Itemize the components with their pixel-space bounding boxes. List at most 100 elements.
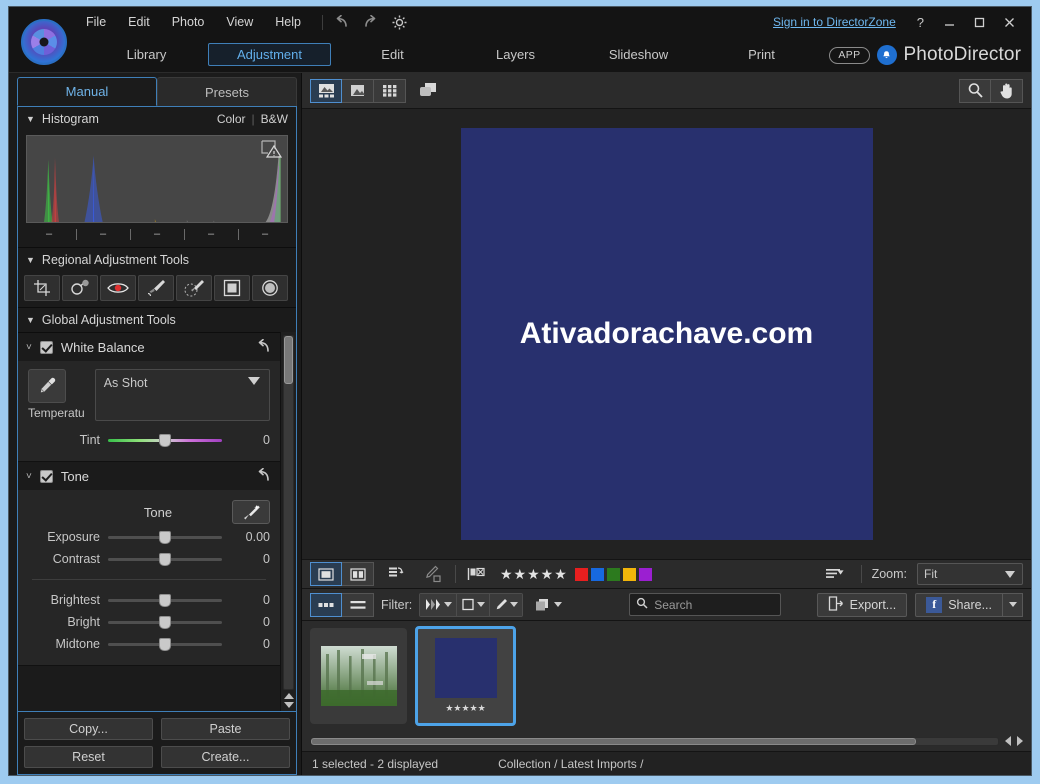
bright-slider-thumb[interactable] <box>159 615 171 629</box>
exposure-slider-thumb[interactable] <box>159 530 171 544</box>
photo-preview[interactable]: Ativadorachave.com <box>460 128 873 540</box>
histogram-plot[interactable] <box>26 135 288 223</box>
midtone-slider[interactable] <box>108 637 222 651</box>
contrast-slider-thumb[interactable] <box>159 552 171 566</box>
search-input[interactable] <box>654 597 810 612</box>
tone-header[interactable]: ˅ Tone <box>18 462 280 490</box>
red-eye-removal-tool-icon[interactable] <box>100 275 136 301</box>
scrollbar-track[interactable] <box>283 335 294 690</box>
photo-canvas[interactable]: Ativadorachave.com <box>302 109 1031 559</box>
tab-manual[interactable]: Manual <box>17 77 157 106</box>
share-dropdown-button[interactable] <box>1003 592 1023 617</box>
hand-pan-icon[interactable] <box>991 78 1023 103</box>
notification-bell-icon[interactable] <box>876 45 897 65</box>
grid-view-button[interactable] <box>374 78 406 103</box>
color-swatch-blue[interactable] <box>590 567 604 581</box>
thumbnail-ativadorachave[interactable]: ★★★★★ <box>415 626 516 726</box>
create-button[interactable]: Create... <box>161 746 290 768</box>
remove-object-tool-icon[interactable] <box>62 275 98 301</box>
edit-filter-icon[interactable] <box>490 593 523 616</box>
zoom-select[interactable]: Fit <box>917 563 1023 585</box>
module-tab-layers[interactable]: Layers <box>454 43 577 66</box>
tint-slider[interactable] <box>108 433 222 447</box>
tab-presets[interactable]: Presets <box>157 77 297 106</box>
sort-options-icon[interactable] <box>821 562 851 586</box>
sign-in-link[interactable]: Sign in to DirectorZone <box>773 15 896 29</box>
smart-brush-tool-icon[interactable] <box>176 275 212 301</box>
menu-item-file[interactable]: File <box>75 11 117 33</box>
close-button[interactable] <box>995 11 1023 33</box>
reset-arrow-icon[interactable] <box>255 467 272 485</box>
module-tab-slideshow[interactable]: Slideshow <box>577 43 700 66</box>
help-icon[interactable]: ? <box>908 13 933 32</box>
gear-icon[interactable] <box>391 14 408 31</box>
scroll-down-icon[interactable] <box>283 702 294 708</box>
compare-photos-icon[interactable] <box>414 79 444 103</box>
menu-item-view[interactable]: View <box>215 11 264 33</box>
tone-checkbox[interactable] <box>39 469 53 483</box>
filmstrip-view-button[interactable] <box>310 78 342 103</box>
global-tools-header[interactable]: ▼ Global Adjustment Tools <box>18 308 296 332</box>
split-pane-icon[interactable] <box>342 562 374 586</box>
color-swatch-yellow[interactable] <box>622 567 636 581</box>
flag-filter-icon[interactable] <box>420 593 458 616</box>
single-pane-icon[interactable] <box>310 562 342 586</box>
histogram-header[interactable]: ▼ Histogram Color | B&W <box>18 107 296 131</box>
flag-reject-icon[interactable] <box>463 562 493 586</box>
stack-icon[interactable] <box>530 594 566 616</box>
magic-wand-icon[interactable] <box>232 500 270 524</box>
rotate-icon[interactable] <box>381 562 411 586</box>
white-balance-header[interactable]: ˅ White Balance <box>18 333 280 361</box>
brightest-slider-thumb[interactable] <box>159 593 171 607</box>
color-swatch-purple[interactable] <box>638 567 652 581</box>
scroll-left-icon[interactable] <box>1005 736 1011 746</box>
midtone-slider-thumb[interactable] <box>159 637 171 651</box>
module-tab-adjustment[interactable]: Adjustment <box>208 43 331 66</box>
thumbnail-rating[interactable]: ★★★★★ <box>445 703 485 714</box>
scrollbar-track[interactable] <box>310 736 999 746</box>
maximize-button[interactable] <box>965 11 993 33</box>
module-tab-edit[interactable]: Edit <box>331 43 454 66</box>
menu-item-photo[interactable]: Photo <box>161 11 216 33</box>
rating-stars[interactable]: ★★★★★ <box>500 566 568 583</box>
rating-filter-icon[interactable] <box>457 593 491 616</box>
menu-item-help[interactable]: Help <box>264 11 312 33</box>
list-view-icon[interactable] <box>342 592 374 617</box>
module-tab-library[interactable]: Library <box>85 43 208 66</box>
share-button[interactable]: f Share... <box>915 592 1003 617</box>
white-balance-preset-select[interactable]: As Shot <box>94 369 270 421</box>
app-badge[interactable]: APP <box>829 46 870 64</box>
thumbnail-view-icon[interactable] <box>310 592 342 617</box>
histogram-mode-color[interactable]: Color <box>217 112 246 126</box>
scrollbar-thumb[interactable] <box>311 737 916 745</box>
search-box[interactable]: ✕ <box>629 593 826 616</box>
paste-button[interactable]: Paste <box>161 718 290 740</box>
brightest-slider[interactable] <box>108 593 222 607</box>
brush-tool-icon[interactable] <box>138 275 174 301</box>
scroll-up-icon[interactable] <box>283 693 294 699</box>
magnifier-icon[interactable] <box>959 78 991 103</box>
regional-tools-header[interactable]: ▼ Regional Adjustment Tools <box>18 248 296 272</box>
clipping-warning-icon[interactable] <box>261 140 283 158</box>
left-panel-scrollbar[interactable] <box>280 332 296 711</box>
redo-icon[interactable] <box>362 14 379 29</box>
white-balance-checkbox[interactable] <box>39 340 53 354</box>
copy-button[interactable]: Copy... <box>24 718 153 740</box>
reset-arrow-icon[interactable] <box>255 338 272 356</box>
scroll-right-icon[interactable] <box>1017 736 1023 746</box>
menu-item-edit[interactable]: Edit <box>117 11 161 33</box>
bright-slider[interactable] <box>108 615 222 629</box>
minimize-button[interactable] <box>935 11 963 33</box>
scrollbar-thumb[interactable] <box>284 336 293 384</box>
tint-slider-thumb[interactable] <box>159 433 171 447</box>
thumbnail-forest[interactable] <box>310 628 407 724</box>
histogram-mode-bw[interactable]: B&W <box>261 112 288 126</box>
contrast-slider[interactable] <box>108 552 222 566</box>
export-button[interactable]: Export... <box>816 592 908 617</box>
eyedropper-icon[interactable] <box>28 369 66 403</box>
filmstrip-scrollbar[interactable] <box>302 731 1031 751</box>
reset-button[interactable]: Reset <box>24 746 153 768</box>
module-tab-print[interactable]: Print <box>700 43 823 66</box>
pencil-icon[interactable] <box>418 562 448 586</box>
radial-mask-tool-icon[interactable] <box>252 275 288 301</box>
